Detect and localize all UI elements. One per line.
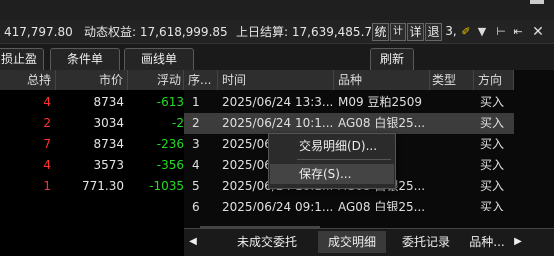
table-row-selected[interactable]: 2 2025/06/24 10:1... AG08 白银25... 买入 — [184, 113, 514, 134]
time: 2025/06/24 09:1... — [222, 200, 334, 211]
pin-icon[interactable]: ✐ — [459, 23, 473, 41]
dynamic-equity: 动态权益: 17,618,999.85 — [84, 25, 228, 39]
total-qty: 7 — [43, 137, 51, 151]
positions-table: 总持 市价 浮动 4 8734 -613 2 3034 -2 7 8734 -2… — [0, 70, 184, 256]
seq: 2 — [192, 116, 200, 130]
order-toolbar: 损止盈 条件单 画线单 刷新 — [0, 44, 554, 70]
tab-scroll-right-icon[interactable]: ▶ — [512, 231, 524, 253]
tab-scroll-left-icon[interactable]: ◀ — [186, 231, 200, 253]
window-top-strip — [0, 0, 554, 20]
exit-button[interactable]: 退 — [425, 23, 442, 41]
header-direction[interactable]: 方向 — [474, 70, 514, 90]
header-type[interactable]: 类型 — [430, 70, 474, 90]
count-label: 3, — [445, 24, 457, 38]
line-order-button[interactable]: 画线单 — [124, 48, 194, 70]
close-icon[interactable]: ✕ — [530, 23, 546, 41]
total-qty: 4 — [43, 95, 51, 109]
seq: 4 — [192, 158, 200, 172]
market-price: 8734 — [93, 95, 124, 109]
float-window-icon[interactable]: ⇤ — [511, 23, 525, 41]
total-qty: 2 — [43, 116, 51, 130]
seq: 6 — [192, 200, 200, 211]
header-float-pl[interactable]: 浮动 — [128, 70, 184, 90]
header-seq[interactable]: 序... — [184, 70, 218, 90]
time: 2025/06/24 10:1... — [222, 116, 334, 130]
header-symbol[interactable]: 品种 — [334, 70, 430, 90]
symbol: AG08 白银25... — [338, 200, 426, 211]
tab-order-records[interactable]: 委托记录 — [396, 231, 456, 253]
market-price: 8734 — [93, 137, 124, 151]
conditional-order-button[interactable]: 条件单 — [50, 48, 120, 70]
seq: 5 — [192, 179, 200, 193]
dropdown-arrow-icon[interactable]: ▼ — [476, 23, 488, 41]
symbol: AG08 白银25... — [338, 116, 426, 130]
float-pl: -1035 — [149, 179, 184, 193]
market-price: 3034 — [93, 116, 124, 130]
stats-button-2[interactable]: 计 — [390, 23, 406, 41]
float-pl: -356 — [156, 158, 184, 172]
seq: 1 — [192, 95, 200, 109]
direction: 买入 — [480, 158, 505, 172]
minimize-icon[interactable] — [530, 0, 544, 4]
stats-button[interactable]: 统 — [372, 23, 389, 41]
total-qty: 4 — [43, 158, 51, 172]
total-qty: 1 — [43, 179, 51, 193]
detail-button[interactable]: 详 — [407, 23, 424, 41]
menu-item-trade-detail[interactable]: 交易明细(D)... — [270, 136, 394, 156]
float-pl: -236 — [156, 137, 184, 151]
bottom-tab-bar: ◀ 未成交委托 成交明细 委托记录 品种... ▶ — [184, 228, 554, 256]
seq: 3 — [192, 137, 200, 151]
context-menu: 交易明细(D)... 保存(S)... — [268, 133, 396, 189]
menu-item-save[interactable]: 保存(S)... — [270, 164, 394, 184]
tab-symbols[interactable]: 品种... — [466, 231, 508, 253]
pin-toggle-icon[interactable]: ⊢ — [494, 23, 508, 41]
float-pl: -613 — [156, 95, 184, 109]
time: 2025/06/24 13:3... — [222, 95, 334, 109]
refresh-button[interactable]: 刷新 — [370, 48, 414, 70]
market-price: 771.30 — [82, 179, 124, 193]
tab-unfilled-orders[interactable]: 未成交委托 — [230, 231, 304, 253]
header-time[interactable]: 时间 — [218, 70, 334, 90]
prev-settlement: 上日结算: 17,639,485.79 — [236, 25, 380, 39]
stop-loss-button[interactable]: 损止盈 — [0, 48, 44, 70]
direction: 买入 — [480, 95, 505, 109]
header-total[interactable]: 总持 — [0, 70, 56, 90]
menu-separator — [297, 159, 391, 160]
direction: 买入 — [480, 179, 505, 193]
header-market-price[interactable]: 市价 — [56, 70, 128, 90]
tab-trade-details[interactable]: 成交明细 — [318, 231, 386, 253]
symbol: M09 豆粕2509 — [338, 95, 422, 109]
direction: 买入 — [480, 137, 505, 151]
direction: 买入 — [480, 116, 505, 130]
float-pl: -2 — [172, 116, 184, 130]
direction: 买入 — [480, 200, 505, 211]
market-price: 3573 — [93, 158, 124, 172]
account-status-bar: 417,797.80 动态权益: 17,618,999.85 上日结算: 17,… — [0, 20, 554, 44]
balance-fragment: 417,797.80 — [4, 25, 73, 39]
